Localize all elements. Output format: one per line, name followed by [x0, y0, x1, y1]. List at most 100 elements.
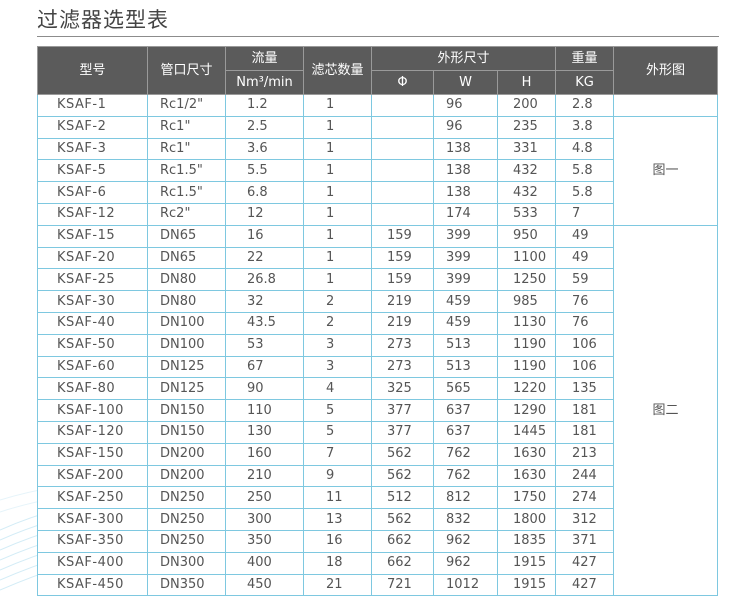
cell-weight: 427 [555, 551, 614, 575]
cell-figure-2: 图二 [613, 224, 718, 597]
cell-cores: 3 [303, 333, 372, 357]
cell-port: Rc1.5" [147, 181, 226, 204]
cell-weight: 59 [555, 268, 614, 292]
cell-phi [371, 115, 434, 139]
cell-phi: 512 [371, 486, 434, 510]
cell-weight: 371 [555, 529, 614, 553]
cell-h: 533 [497, 202, 556, 226]
cell-weight: 4.8 [555, 137, 614, 161]
cell-port: DN300 [147, 551, 226, 575]
cell-w: 513 [433, 355, 498, 379]
cell-weight: 181 [555, 399, 614, 422]
cell-port: DN100 [147, 311, 226, 335]
cell-weight: 3.8 [555, 115, 614, 139]
cell-port: Rc1.5" [147, 159, 226, 183]
cell-phi: 273 [371, 355, 434, 379]
cell-h: 235 [497, 115, 556, 139]
cell-model: KSAF-50 [37, 333, 148, 357]
cell-h: 1835 [497, 529, 556, 553]
cell-phi: 377 [371, 420, 434, 444]
cell-port: DN65 [147, 246, 226, 270]
cell-h: 200 [497, 94, 556, 117]
cell-port: DN250 [147, 486, 226, 510]
cell-w: 1012 [433, 573, 498, 597]
cell-h: 985 [497, 290, 556, 313]
cell-port: DN80 [147, 290, 226, 313]
title-divider [37, 36, 719, 37]
header-weight-unit: KG [555, 70, 614, 95]
cell-cores: 7 [303, 442, 372, 466]
cell-flow: 26.8 [225, 268, 304, 292]
header-w: W [433, 70, 498, 95]
cell-port: DN200 [147, 442, 226, 466]
cell-h: 1800 [497, 508, 556, 531]
cell-w: 459 [433, 290, 498, 313]
cell-w: 812 [433, 486, 498, 510]
cell-flow: 22 [225, 246, 304, 270]
cell-model: KSAF-30 [37, 290, 148, 313]
page: 过滤器选型表 型号 管口尺寸 流量 滤芯数量 外形尺寸 重量 外形图 Nm³/m… [0, 0, 753, 599]
cell-model: KSAF-450 [37, 573, 148, 597]
cell-phi: 325 [371, 377, 434, 401]
cell-figure-1: 图一 [613, 115, 718, 226]
cell-w: 762 [433, 464, 498, 488]
cell-flow: 210 [225, 464, 304, 488]
cell-h: 432 [497, 181, 556, 204]
cell-h: 1915 [497, 551, 556, 575]
cell-phi: 219 [371, 290, 434, 313]
cell-model: KSAF-40 [37, 311, 148, 335]
cell-cores: 9 [303, 464, 372, 488]
cell-w: 138 [433, 159, 498, 183]
cell-model: KSAF-15 [37, 224, 148, 248]
cell-port: DN350 [147, 573, 226, 597]
header-h: H [497, 70, 556, 95]
cell-weight: 274 [555, 486, 614, 510]
cell-h: 1750 [497, 486, 556, 510]
cell-model: KSAF-2 [37, 115, 148, 139]
cell-model: KSAF-20 [37, 246, 148, 270]
cell-phi: 219 [371, 311, 434, 335]
cell-flow: 2.5 [225, 115, 304, 139]
table-row: KSAF-1 Rc1/2" 1.2 1 96 200 2.8 [37, 94, 718, 117]
cell-weight: 106 [555, 333, 614, 357]
cell-phi: 721 [371, 573, 434, 597]
cell-model: KSAF-5 [37, 159, 148, 183]
cell-h: 1915 [497, 573, 556, 597]
cell-model: KSAF-300 [37, 508, 148, 531]
cell-flow: 1.2 [225, 94, 304, 117]
cell-cores: 1 [303, 137, 372, 161]
cell-phi [371, 202, 434, 226]
header-flow: 流量 [225, 46, 304, 71]
cell-model: KSAF-100 [37, 399, 148, 422]
cell-model: KSAF-200 [37, 464, 148, 488]
cell-flow: 400 [225, 551, 304, 575]
cell-w: 96 [433, 94, 498, 117]
cell-phi: 159 [371, 268, 434, 292]
cell-phi: 562 [371, 508, 434, 531]
cell-w: 459 [433, 311, 498, 335]
cell-model: KSAF-120 [37, 420, 148, 444]
cell-h: 950 [497, 224, 556, 248]
cell-weight: 49 [555, 224, 614, 248]
header-core-count: 滤芯数量 [303, 46, 372, 95]
cell-port: DN250 [147, 529, 226, 553]
cell-flow: 32 [225, 290, 304, 313]
cell-weight: 5.8 [555, 181, 614, 204]
cell-model: KSAF-1 [37, 94, 148, 117]
cell-w: 762 [433, 442, 498, 466]
header-model: 型号 [37, 46, 148, 95]
cell-flow: 250 [225, 486, 304, 510]
cell-port: Rc1" [147, 137, 226, 161]
cell-model: KSAF-25 [37, 268, 148, 292]
cell-flow: 43.5 [225, 311, 304, 335]
cell-model: KSAF-6 [37, 181, 148, 204]
cell-cores: 1 [303, 159, 372, 183]
cell-cores: 1 [303, 246, 372, 270]
cell-flow: 350 [225, 529, 304, 553]
cell-model: KSAF-350 [37, 529, 148, 553]
cell-flow: 6.8 [225, 181, 304, 204]
cell-w: 637 [433, 420, 498, 444]
cell-flow: 300 [225, 508, 304, 531]
header-dimensions: 外形尺寸 [371, 46, 556, 71]
cell-cores: 21 [303, 573, 372, 597]
